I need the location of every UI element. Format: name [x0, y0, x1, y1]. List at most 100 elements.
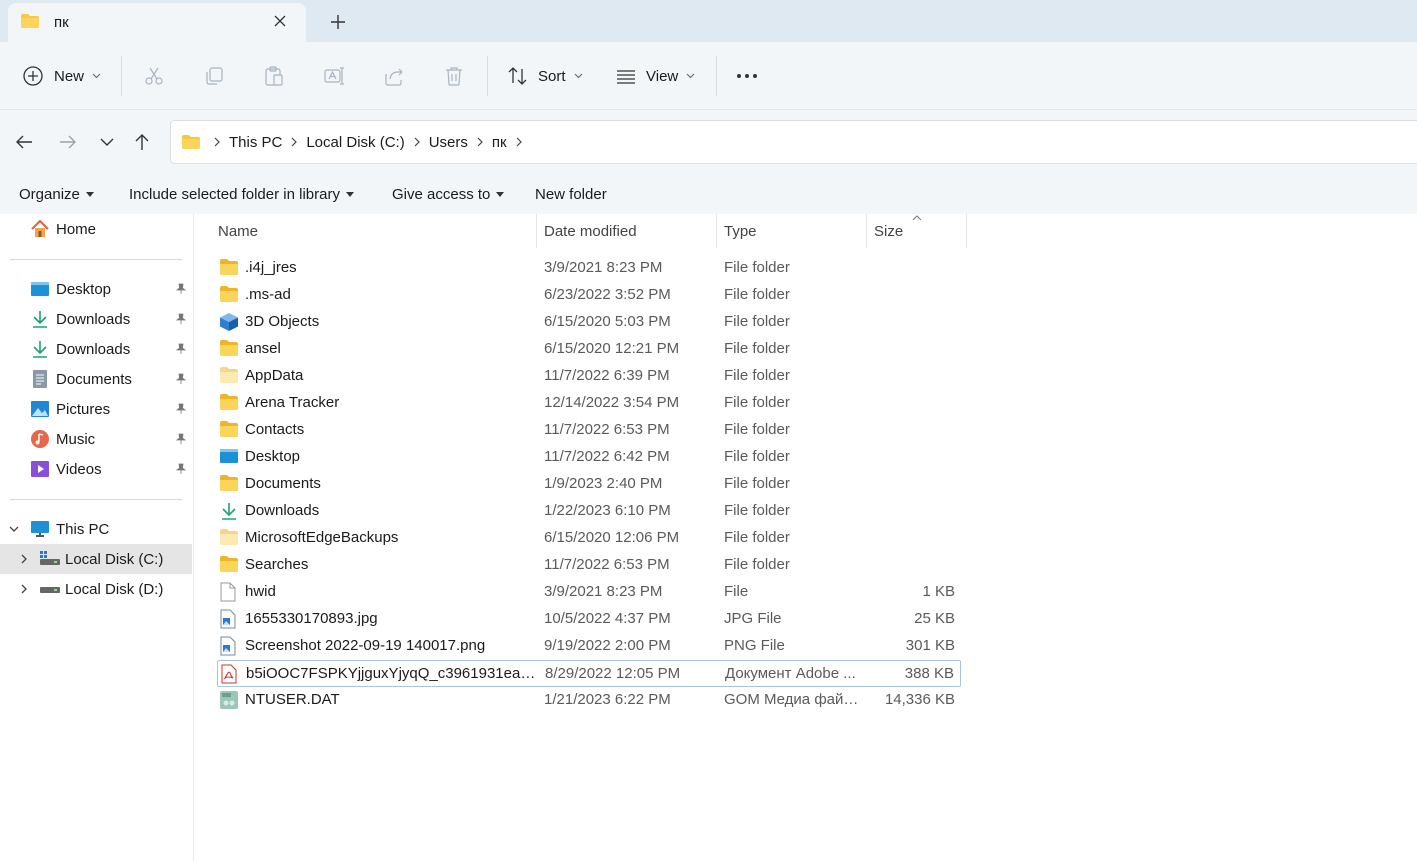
- paste-button[interactable]: [263, 42, 285, 110]
- file-type: File folder: [724, 502, 790, 519]
- chevron-right-icon[interactable]: [18, 553, 30, 565]
- chevron-right-icon[interactable]: [18, 583, 30, 595]
- new-folder-button[interactable]: New folder: [535, 186, 607, 203]
- nav-item-local-disk-c[interactable]: Local Disk (C:): [39, 544, 163, 574]
- column-divider[interactable]: [536, 214, 537, 248]
- column-header-name[interactable]: Name: [218, 214, 258, 248]
- table-row[interactable]: Downloads 1/22/2023 6:10 PM File folder: [217, 498, 961, 525]
- file-date: 6/23/2022 3:52 PM: [544, 286, 671, 303]
- nav-label: Pictures: [56, 400, 111, 418]
- column-divider[interactable]: [716, 214, 717, 248]
- nav-item-pictures[interactable]: Pictures: [30, 394, 110, 424]
- nav-item-downloads[interactable]: Downloads: [30, 304, 130, 334]
- separator: [716, 56, 717, 96]
- view-label: View: [646, 67, 679, 85]
- tab-title: пк: [54, 14, 69, 31]
- column-header-type[interactable]: Type: [724, 214, 757, 248]
- pin-icon[interactable]: [175, 343, 187, 355]
- separator: [121, 56, 122, 96]
- chevron-right-icon[interactable]: [213, 136, 221, 148]
- column-divider[interactable]: [866, 214, 867, 248]
- table-row[interactable]: NTUSER.DAT 1/21/2023 6:22 PM GOM Медиа фай…: [217, 687, 961, 714]
- breadcrumb-user[interactable]: пк: [492, 134, 507, 151]
- recent-locations-icon[interactable]: [96, 131, 118, 153]
- column-label: Name: [218, 222, 259, 240]
- breadcrumb-this-pc[interactable]: This PC: [229, 134, 282, 151]
- column-header-date[interactable]: Date modified: [544, 214, 637, 248]
- file-name: Desktop: [245, 448, 301, 465]
- table-row[interactable]: Arena Tracker 12/14/2022 3:54 PM File fold…: [217, 390, 961, 417]
- nav-item-local-disk-d[interactable]: Local Disk (D:): [39, 574, 163, 604]
- forward-arrow-icon[interactable]: [57, 131, 79, 153]
- column-label: Date modified: [544, 222, 637, 240]
- tab-active[interactable]: пк: [8, 3, 306, 42]
- file-date: 6/15/2020 12:06 PM: [544, 529, 680, 546]
- new-button[interactable]: New: [22, 42, 101, 110]
- desktop-icon: [219, 447, 239, 467]
- table-row[interactable]: Searches 11/7/2022 6:53 PM File folder: [217, 552, 961, 579]
- give-access-menu[interactable]: Give access to: [392, 186, 505, 203]
- nav-item-desktop[interactable]: Desktop: [30, 274, 111, 304]
- organize-label: Organize: [19, 186, 80, 203]
- pin-icon[interactable]: [175, 403, 187, 415]
- chevron-right-icon[interactable]: [515, 136, 523, 148]
- image-file-icon: [219, 636, 239, 656]
- file-date: 3/9/2021 8:23 PM: [544, 583, 663, 600]
- folder-icon: [219, 555, 239, 575]
- plus-icon[interactable]: [328, 12, 348, 32]
- sort-button[interactable]: Sort: [507, 42, 583, 110]
- table-row[interactable]: 1655330170893.jpg 10/5/2022 4:37 PM JPG Fi…: [217, 606, 961, 633]
- table-row[interactable]: 3D Objects 6/15/2020 5:03 PM File folder: [217, 309, 961, 336]
- file-type: File folder: [724, 259, 790, 276]
- pin-icon[interactable]: [175, 433, 187, 445]
- pin-icon[interactable]: [175, 283, 187, 295]
- copy-button[interactable]: [203, 42, 225, 110]
- table-row[interactable]: Screenshot 2022-09-19 140017.png 9/19/202…: [217, 633, 961, 660]
- column-divider[interactable]: [966, 214, 967, 248]
- up-arrow-icon[interactable]: [131, 131, 153, 153]
- nav-item-this-pc[interactable]: This PC: [30, 514, 109, 544]
- table-row[interactable]: AppData 11/7/2022 6:39 PM File folder: [217, 363, 961, 390]
- table-row[interactable]: b5iOOC7FSPKYjjguxYjyqQ_c3961931ea1d... 8/…: [217, 660, 961, 687]
- include-in-library-menu[interactable]: Include selected folder in library: [129, 186, 354, 203]
- breadcrumb-local-disk[interactable]: Local Disk (C:): [306, 134, 404, 151]
- more-options-button[interactable]: [736, 42, 758, 110]
- pin-icon[interactable]: [175, 313, 187, 325]
- chevron-right-icon[interactable]: [476, 136, 484, 148]
- breadcrumb-users[interactable]: Users: [429, 134, 468, 151]
- organize-menu[interactable]: Organize: [19, 186, 94, 203]
- nav-item-downloads-2[interactable]: Downloads: [30, 334, 130, 364]
- table-row[interactable]: .i4j_jres 3/9/2021 8:23 PM File folder: [217, 255, 961, 282]
- nav-item-documents[interactable]: Documents: [30, 364, 132, 394]
- chevron-down-icon[interactable]: [8, 523, 20, 535]
- file-date: 11/7/2022 6:42 PM: [544, 448, 670, 465]
- chevron-right-icon[interactable]: [290, 136, 298, 148]
- table-row[interactable]: Desktop 11/7/2022 6:42 PM File folder: [217, 444, 961, 471]
- nav-item-home[interactable]: Home: [30, 214, 96, 244]
- column-header-size[interactable]: Size: [874, 214, 903, 248]
- rename-button[interactable]: [323, 42, 345, 110]
- table-row[interactable]: .ms-ad 6/23/2022 3:52 PM File folder: [217, 282, 961, 309]
- chevron-right-icon[interactable]: [413, 136, 421, 148]
- pin-icon[interactable]: [175, 463, 187, 475]
- cut-button[interactable]: [143, 42, 165, 110]
- nav-label: Videos: [56, 460, 102, 478]
- share-button[interactable]: [383, 42, 405, 110]
- nav-item-music[interactable]: Music: [30, 424, 95, 454]
- delete-button[interactable]: [443, 42, 465, 110]
- table-row[interactable]: Contacts 11/7/2022 6:53 PM File folder: [217, 417, 961, 444]
- close-icon[interactable]: [272, 13, 288, 29]
- file-name: AppData: [245, 367, 304, 384]
- pin-icon[interactable]: [175, 373, 187, 385]
- nav-item-videos[interactable]: Videos: [30, 454, 102, 484]
- nav-label: Local Disk (D:): [65, 580, 164, 598]
- give-access-label: Give access to: [392, 186, 491, 203]
- table-row[interactable]: MicrosoftEdgeBackups 6/15/2020 12:06 PM Fi…: [217, 525, 961, 552]
- table-row[interactable]: ansel 6/15/2020 12:21 PM File folder: [217, 336, 961, 363]
- back-arrow-icon[interactable]: [13, 131, 35, 153]
- table-row[interactable]: hwid 3/9/2021 8:23 PM File 1 KB: [217, 579, 961, 606]
- sort-label: Sort: [538, 67, 566, 85]
- view-button[interactable]: View: [615, 42, 695, 110]
- table-row[interactable]: Documents 1/9/2023 2:40 PM File folder: [217, 471, 961, 498]
- address-bar[interactable]: This PC Local Disk (C:) Users пк: [170, 120, 1417, 164]
